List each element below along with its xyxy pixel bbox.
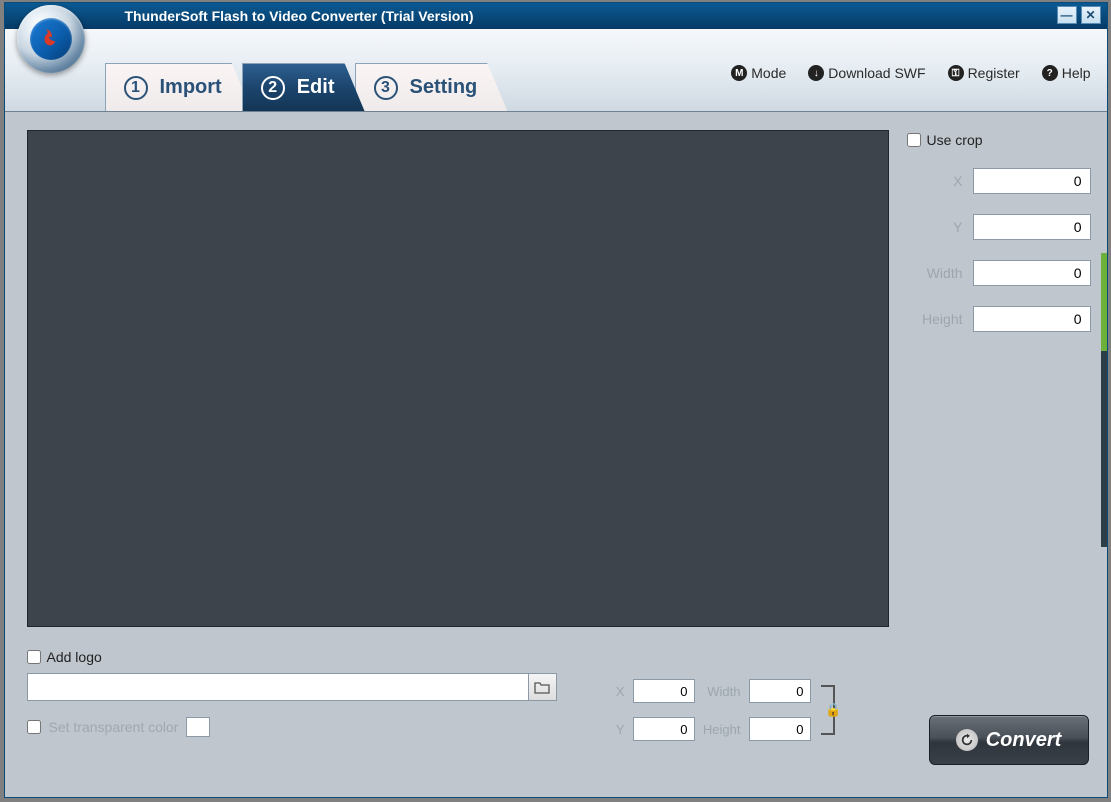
- crop-width-label: Width: [927, 265, 963, 281]
- app-window: ThunderSoft Flash to Video Converter (Tr…: [4, 2, 1108, 798]
- folder-icon: [534, 680, 550, 694]
- register-link[interactable]: ⚿ Register: [948, 65, 1020, 81]
- tab-edit[interactable]: 2 Edit: [242, 63, 365, 111]
- crop-x-label: X: [953, 173, 962, 189]
- help-link[interactable]: ? Help: [1042, 65, 1091, 81]
- crop-width-input[interactable]: [973, 260, 1091, 286]
- titlebar: ThunderSoft Flash to Video Converter (Tr…: [5, 3, 1107, 29]
- close-button[interactable]: ✕: [1081, 6, 1101, 24]
- window-title: ThunderSoft Flash to Video Converter (Tr…: [125, 8, 474, 24]
- download-icon: ↓: [808, 65, 824, 81]
- use-crop-checkbox[interactable]: Use crop: [907, 132, 1091, 148]
- help-icon: ?: [1042, 65, 1058, 81]
- logo-y-input[interactable]: [633, 717, 695, 741]
- crop-panel: Use crop X Y Width Height: [907, 130, 1091, 627]
- toolbar-links: M Mode ↓ Download SWF ⚿ Register ? Help: [731, 65, 1090, 81]
- download-swf-link[interactable]: ↓ Download SWF: [808, 65, 925, 81]
- tabbar: 1 Import 2 Edit 3 Setting M Mode ↓ Downl…: [5, 29, 1107, 112]
- add-logo-checkbox[interactable]: Add logo: [27, 649, 567, 665]
- mode-icon: M: [731, 65, 747, 81]
- preview-area: [27, 130, 889, 627]
- logo-dimensions: X Width 🔒 Y Height: [587, 649, 835, 743]
- transparent-color-swatch[interactable]: [186, 717, 210, 737]
- logo-height-input[interactable]: [749, 717, 811, 741]
- convert-button[interactable]: Convert: [929, 715, 1089, 765]
- transparent-color-checkbox[interactable]: [27, 720, 41, 734]
- transparent-color-label: Set transparent color: [49, 719, 179, 735]
- crop-y-label: Y: [953, 219, 962, 235]
- app-logo: [17, 5, 85, 73]
- crop-height-input[interactable]: [973, 306, 1091, 332]
- tab-import[interactable]: 1 Import: [105, 63, 252, 111]
- logo-width-input[interactable]: [749, 679, 811, 703]
- logo-path-input[interactable]: [27, 673, 529, 701]
- logo-x-input[interactable]: [633, 679, 695, 703]
- mode-link[interactable]: M Mode: [731, 65, 786, 81]
- crop-x-input[interactable]: [973, 168, 1091, 194]
- minimize-button[interactable]: —: [1057, 6, 1077, 24]
- content-area: Use crop X Y Width Height: [5, 112, 1107, 627]
- key-icon: ⚿: [948, 65, 964, 81]
- tab-setting[interactable]: 3 Setting: [355, 63, 508, 111]
- crop-y-input[interactable]: [973, 214, 1091, 240]
- logo-section: Add logo Set transparent color: [27, 649, 567, 743]
- convert-icon: [956, 729, 978, 751]
- lock-icon[interactable]: 🔒: [827, 703, 841, 717]
- browse-button[interactable]: [529, 673, 557, 701]
- crop-height-label: Height: [922, 311, 962, 327]
